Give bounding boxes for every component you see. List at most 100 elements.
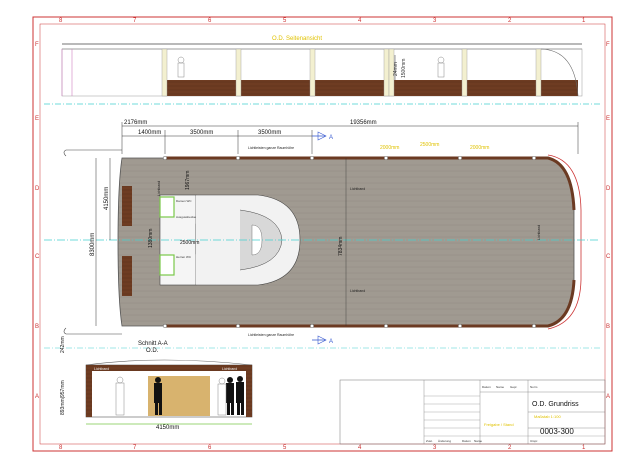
dim-d: 3500mm (258, 130, 281, 136)
room-label: Herren WC (176, 255, 192, 259)
grid-number: 6 (208, 445, 212, 451)
grid-number: 3 (433, 445, 437, 451)
dim-label: 24mm (393, 62, 399, 76)
grid-letter: D (35, 186, 40, 192)
tb-footer: Änderung (438, 439, 451, 443)
person-outline (177, 56, 185, 64)
dim-total: 19356mm (350, 120, 377, 126)
bow-hooks (63, 149, 67, 335)
side-wood-band (162, 80, 578, 96)
section-title: Schnitt A-A (138, 341, 168, 347)
left-grid-labels: F E D C B A (35, 42, 40, 400)
grid-number: 4 (358, 18, 362, 24)
person-outline (177, 62, 185, 78)
tb-footer: Urspr. (530, 439, 538, 443)
section-roof (85, 359, 253, 366)
side-view-title: O.D. Seitenansicht (272, 36, 322, 42)
dim-stair-height: 1380mm (148, 229, 154, 248)
grid-number: 6 (208, 18, 212, 24)
post (383, 48, 390, 97)
dim-label: 1500mm (401, 59, 407, 78)
dim-b: 1400mm (138, 130, 161, 136)
dim-width-total: 8300mm (90, 233, 96, 256)
dim-yellow: 2000mm (470, 145, 489, 151)
light-label-top-1: Lichtleisten ganze Raumhöhe (248, 146, 294, 150)
section-dim-side: 893mm|957mm (60, 380, 66, 415)
tb-header: Datum (482, 385, 491, 389)
plan-view: 19356mm 2176mm 1400mm 3500mm 3500mm 2000… (44, 120, 600, 349)
grid-number: 5 (283, 445, 287, 451)
grid-letter: E (35, 116, 39, 122)
grid-number: 2 (508, 445, 512, 451)
section-marker: A (329, 135, 333, 141)
grid-number: 2 (508, 18, 512, 24)
wood-panel-left-bottom (122, 256, 132, 296)
grid-number: 8 (59, 18, 63, 24)
grid-letter: B (35, 324, 39, 330)
post (161, 48, 168, 97)
lichtband-label: Lichtband (350, 289, 365, 293)
drawing-number: 0003-300 (540, 427, 574, 436)
grid-letter: F (35, 42, 39, 48)
dim-center: 7834mm (338, 237, 344, 256)
grid-number: 7 (133, 445, 137, 451)
grid-letter: F (606, 42, 610, 48)
lichtband-label: Lichtband (350, 187, 365, 191)
section-subtitle: O.D. (146, 348, 159, 354)
section-wall-left (86, 371, 92, 417)
toilet-top (159, 196, 175, 218)
section-dim-width: 4150mm (156, 425, 179, 431)
lichtband-label: Lichtband (157, 181, 161, 196)
room-label: Ausgussbecken (176, 215, 198, 219)
tb-footer: Zust. (426, 439, 433, 443)
grid-letter: E (606, 116, 610, 122)
grid-letter: D (606, 186, 611, 192)
dim-a: 2176mm (124, 120, 147, 126)
grid-number: 3 (433, 18, 437, 24)
dim-width-outer: 4150mm (104, 187, 110, 210)
light-label-bottom-1: Lichtleisten ganze Raumhöhe (248, 333, 294, 337)
grid-number: 4 (358, 445, 362, 451)
post (461, 48, 468, 97)
post (309, 48, 316, 97)
room-label: Damen WC (176, 199, 192, 203)
dim-yellow: 2500mm (420, 142, 439, 148)
person-outline (437, 62, 445, 78)
section-label-right: Lichtband (222, 367, 237, 371)
top-grid-labels: 8 7 6 5 4 3 2 1 (59, 18, 586, 24)
tb-header: Gepr. (510, 385, 518, 389)
section-view: Schnitt A-A O.D. 242mm 893mm|957mm Licht… (60, 336, 253, 431)
grid-letter: B (606, 324, 610, 330)
tb-footer: Datum (462, 439, 471, 443)
dim-ticks (121, 122, 579, 154)
section-wall-right (246, 371, 252, 417)
project-title: O.D. Grundriss (532, 401, 579, 408)
post (535, 48, 542, 97)
section-marker: A (329, 339, 333, 345)
grid-number: 8 (59, 445, 63, 451)
wood-panel-left-top (122, 186, 132, 226)
lichtband-label: Lichtband (537, 225, 541, 240)
grid-number: 7 (133, 18, 137, 24)
bow-outline (61, 49, 73, 96)
status-text: Freigabe / Stand (484, 422, 514, 427)
dim-stair-width: 2500mm (180, 240, 199, 246)
side-view: O.D. Seitenansicht 24mm 1500mm (44, 36, 600, 105)
bottom-grid-labels: 8 7 6 5 4 3 2 1 (59, 445, 586, 451)
title-block: Datum Name Gepr. Norm O.D. Grundriss Maß… (339, 379, 606, 445)
tb-header: Norm (530, 385, 538, 389)
grid-letter: C (606, 254, 611, 260)
grid-number: 1 (582, 445, 586, 451)
toilet-bottom (159, 254, 175, 276)
grid-letter: C (35, 254, 40, 260)
post (235, 48, 242, 97)
dim-width-inner: 1967mm (185, 171, 191, 190)
dim-c: 3500mm (190, 130, 213, 136)
grid-letter: A (35, 394, 39, 400)
dim-yellow: 2000mm (380, 145, 399, 151)
person-outline (437, 56, 445, 64)
drawing-canvas: 8 7 6 5 4 3 2 1 8 7 6 5 4 3 2 1 F E D C … (32, 16, 613, 452)
section-label-left: Lichtband (94, 367, 109, 371)
section-dim-top: 242mm (60, 336, 66, 353)
tb-footer: Name (474, 439, 482, 443)
